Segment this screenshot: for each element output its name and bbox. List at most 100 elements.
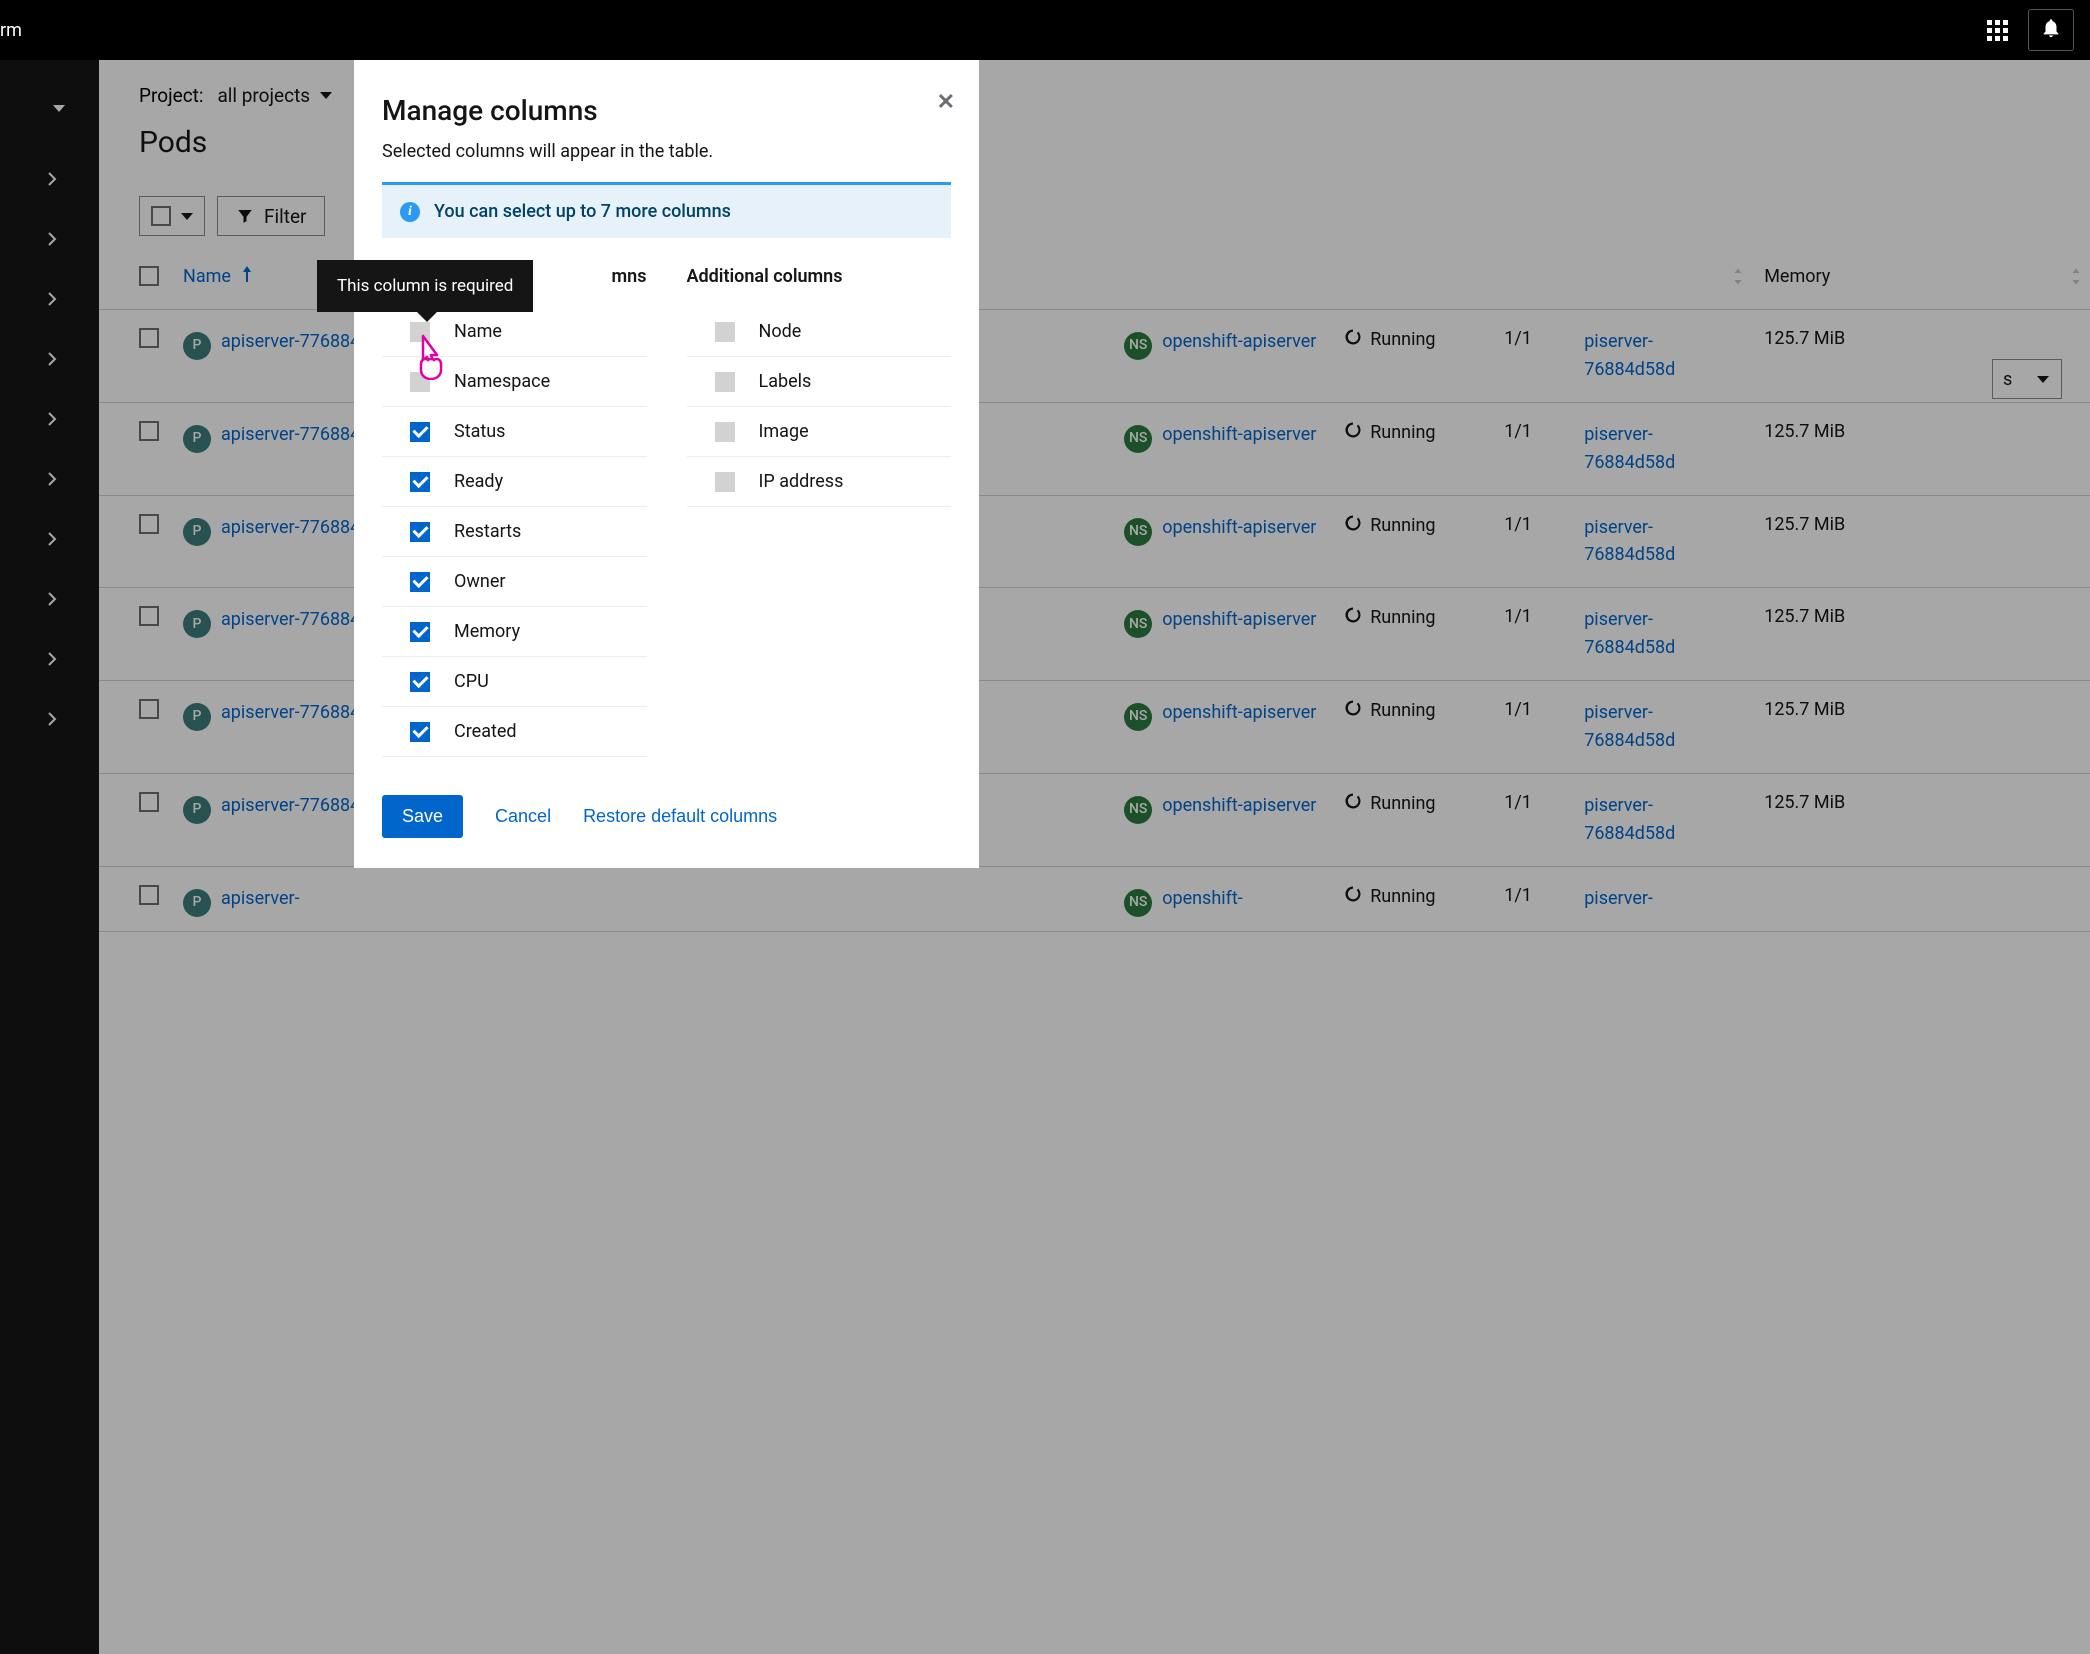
sidebar-item-6[interactable] <box>0 450 99 510</box>
sidebar-item-2[interactable] <box>0 210 99 270</box>
owner-link[interactable]: piserver-76884d58d <box>1584 517 1675 566</box>
bulk-select[interactable] <box>139 196 205 236</box>
owner-link[interactable]: piserver-76884d58d <box>1584 424 1675 473</box>
default-column-option[interactable]: Status <box>382 407 647 457</box>
namespace-link[interactable]: openshift-apiserver <box>1162 792 1316 820</box>
checkbox[interactable] <box>410 722 430 742</box>
default-column-option[interactable]: Namespace <box>382 357 647 407</box>
modal-subtitle: Selected columns will appear in the tabl… <box>382 141 951 162</box>
info-icon: i <box>400 202 420 222</box>
notifications-button[interactable] <box>2028 9 2074 51</box>
row-checkbox[interactable] <box>139 606 159 626</box>
checkbox[interactable] <box>410 472 430 492</box>
row-checkbox[interactable] <box>139 699 159 719</box>
sidebar-item-10[interactable] <box>0 690 99 750</box>
option-label: Owner <box>454 571 506 592</box>
trailing-select[interactable]: s <box>1992 359 2062 399</box>
status-text: Running <box>1370 515 1435 536</box>
restore-defaults-button[interactable]: Restore default columns <box>583 806 777 827</box>
bulk-checkbox[interactable] <box>151 206 171 226</box>
modal-actions: Save Cancel Restore default columns <box>382 795 951 838</box>
checkbox[interactable] <box>410 372 430 392</box>
sidebar-item-3[interactable] <box>0 270 99 330</box>
filter-button[interactable]: Filter <box>217 196 325 236</box>
namespace-link[interactable]: openshift-apiserver <box>1162 699 1316 727</box>
default-column-option[interactable]: Created <box>382 707 647 757</box>
sidebar-perspective-toggle[interactable] <box>0 96 99 120</box>
ready-cell: 1/1 <box>1492 773 1572 866</box>
status-cell: Running <box>1344 514 1480 537</box>
additional-column-option[interactable]: Image <box>687 407 952 457</box>
column-header-memory[interactable]: Memory <box>1752 248 2090 310</box>
status-text: Running <box>1370 329 1435 350</box>
checkbox[interactable] <box>410 522 430 542</box>
row-checkbox[interactable] <box>139 514 159 534</box>
row-checkbox[interactable] <box>139 885 159 905</box>
namespace-link[interactable]: openshift-apiserver <box>1162 606 1316 634</box>
owner-link[interactable]: piserver-76884d58d <box>1584 331 1675 380</box>
pod-badge-icon: P <box>183 889 211 917</box>
apps-button[interactable] <box>1974 9 2020 51</box>
cancel-button[interactable]: Cancel <box>495 806 551 827</box>
memory-cell: 125.7 MiB <box>1752 681 2090 774</box>
additional-column-option[interactable]: Labels <box>687 357 952 407</box>
caret-down-icon <box>181 213 193 220</box>
option-label: Labels <box>759 371 812 392</box>
modal-close-button[interactable]: ✕ <box>937 90 955 115</box>
default-column-option[interactable]: Owner <box>382 557 647 607</box>
row-checkbox[interactable] <box>139 792 159 812</box>
checkbox[interactable] <box>410 422 430 442</box>
sidebar-item-8[interactable] <box>0 570 99 630</box>
status-text: Running <box>1370 886 1435 907</box>
owner-link[interactable]: piserver-76884d58d <box>1584 609 1675 658</box>
running-icon <box>1344 514 1362 537</box>
chevron-right-icon <box>45 291 59 310</box>
checkbox[interactable] <box>715 322 735 342</box>
namespace-link[interactable]: openshift- <box>1162 885 1243 913</box>
checkbox[interactable] <box>715 472 735 492</box>
sidebar-item-5[interactable] <box>0 390 99 450</box>
sidebar-item-4[interactable] <box>0 330 99 390</box>
pod-link[interactable]: apiserver- <box>221 885 300 913</box>
checkbox[interactable] <box>410 622 430 642</box>
additional-column-option[interactable]: Node <box>687 307 952 357</box>
chevron-right-icon <box>45 351 59 370</box>
sidebar <box>0 60 99 1654</box>
save-button[interactable]: Save <box>382 795 463 838</box>
additional-column-option[interactable]: IP address <box>687 457 952 507</box>
default-column-option[interactable]: Restarts <box>382 507 647 557</box>
sort-icon <box>1732 268 1744 289</box>
default-column-option[interactable]: CPU <box>382 657 647 707</box>
sidebar-item-9[interactable] <box>0 630 99 690</box>
default-column-option[interactable]: Memory <box>382 607 647 657</box>
status-cell: Running <box>1344 421 1480 444</box>
option-label: Image <box>759 421 809 442</box>
checkbox[interactable] <box>715 372 735 392</box>
option-label: Node <box>759 321 802 342</box>
memory-cell: 125.7 MiB <box>1752 402 2090 495</box>
caret-down-icon <box>53 105 65 112</box>
namespace-link[interactable]: openshift-apiserver <box>1162 514 1316 542</box>
modal-title: Manage columns <box>382 94 951 127</box>
owner-link[interactable]: piserver-76884d58d <box>1584 702 1675 751</box>
owner-link[interactable]: piserver-76884d58d <box>1584 795 1675 844</box>
memory-cell: 125.7 MiB <box>1752 588 2090 681</box>
row-checkbox[interactable] <box>139 421 159 441</box>
checkbox[interactable] <box>410 672 430 692</box>
checkbox[interactable] <box>410 322 430 342</box>
namespace-link[interactable]: openshift-apiserver <box>1162 328 1316 356</box>
owner-link[interactable]: piserver- <box>1584 888 1653 909</box>
sidebar-item-1[interactable] <box>0 150 99 210</box>
row-checkbox[interactable] <box>139 328 159 348</box>
checkbox[interactable] <box>410 572 430 592</box>
namespace-link[interactable]: openshift-apiserver <box>1162 421 1316 449</box>
topbar: rm <box>0 0 2090 60</box>
namespace-badge-icon: NS <box>1124 610 1152 638</box>
topbar-actions <box>1974 9 2074 51</box>
caret-down-icon <box>2037 376 2049 383</box>
header-checkbox[interactable] <box>139 266 159 286</box>
default-column-option[interactable]: Ready <box>382 457 647 507</box>
checkbox[interactable] <box>715 422 735 442</box>
sidebar-item-7[interactable] <box>0 510 99 570</box>
status-text: Running <box>1370 422 1435 443</box>
